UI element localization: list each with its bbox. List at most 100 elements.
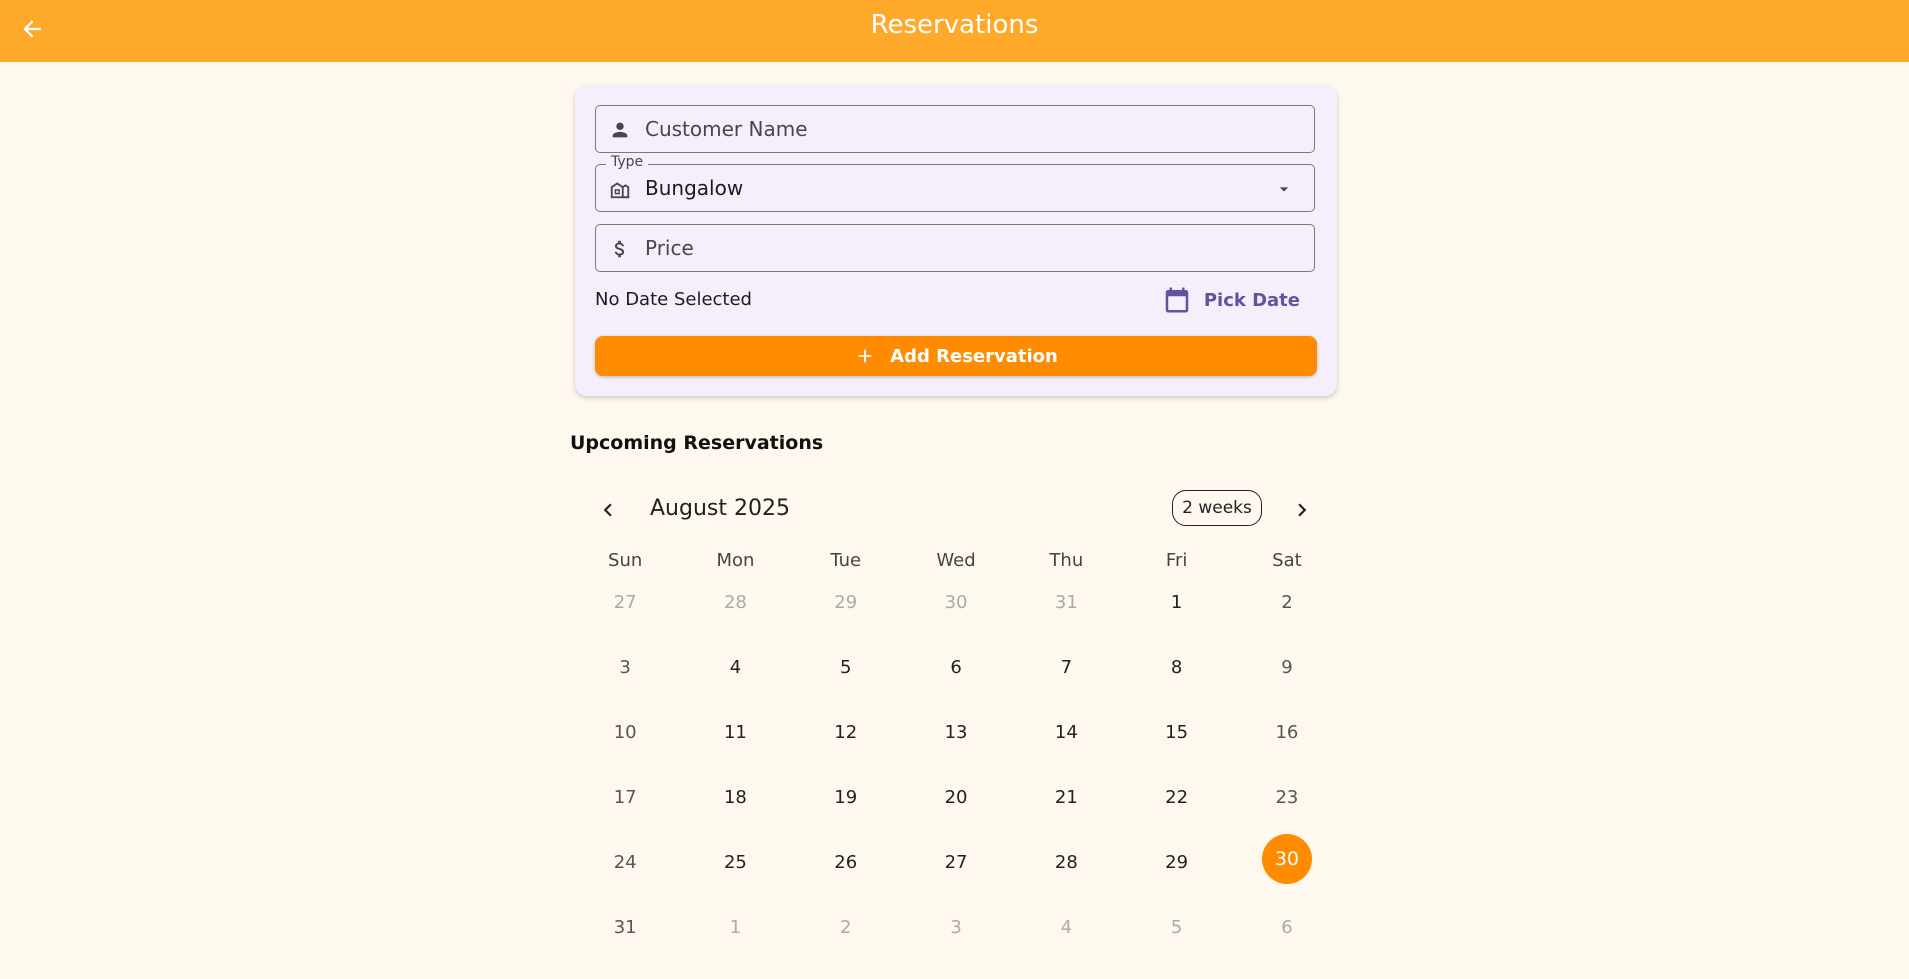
reservation-form-card: Type Bungalow No Date Selected Pick Date [575, 85, 1337, 396]
calendar-day[interactable]: 4 [680, 651, 790, 716]
calendar-day-number: 9 [1281, 657, 1293, 678]
calendar-day-number: 28 [1054, 852, 1078, 873]
pick-date-button[interactable]: Pick Date [1162, 282, 1300, 318]
customer-name-input[interactable] [645, 106, 1245, 152]
calendar-day[interactable]: 31 [570, 911, 680, 976]
calendar-day[interactable]: 6 [1232, 911, 1342, 976]
add-reservation-button[interactable]: Add Reservation [595, 336, 1317, 376]
weekday-header-row: Sun Mon Tue Wed Thu Fri Sat [570, 550, 1342, 578]
calendar-day[interactable]: 26 [791, 846, 901, 911]
calendar-header: August 2025 2 weeks [590, 490, 1320, 530]
calendar-day-number: 22 [1165, 787, 1189, 808]
calendar-day[interactable]: 18 [680, 781, 790, 846]
calendar-day[interactable]: 21 [1011, 781, 1121, 846]
calendar-day[interactable]: 24 [570, 846, 680, 911]
calendar-day[interactable]: 1 [680, 911, 790, 976]
calendar-icon [1165, 287, 1189, 313]
calendar-day[interactable]: 22 [1121, 781, 1231, 846]
calendar-day[interactable]: 6 [901, 651, 1011, 716]
calendar-day-number: 5 [1170, 917, 1183, 938]
calendar-day[interactable]: 8 [1121, 651, 1231, 716]
calendar-day-number: 4 [729, 657, 742, 678]
calendar-day[interactable]: 14 [1011, 716, 1121, 781]
calendar-day[interactable]: 3 [901, 911, 1011, 976]
calendar-day[interactable]: 31 [1011, 586, 1121, 651]
calendar-day-number: 30 [1261, 834, 1312, 884]
calendar-day-number: 12 [834, 722, 858, 743]
weekday-label: Sun [608, 550, 643, 571]
calendar-day[interactable]: 20 [901, 781, 1011, 846]
next-month-button[interactable] [1284, 492, 1320, 528]
price-input[interactable] [645, 225, 1245, 271]
calendar-day-number: 6 [1281, 917, 1293, 938]
calendar-day-number: 3 [619, 657, 631, 678]
calendar-day[interactable]: 1 [1121, 586, 1231, 651]
calendar-day-number: 19 [834, 787, 858, 808]
calendar-day[interactable]: 15 [1121, 716, 1231, 781]
calendar-day[interactable]: 2 [1232, 586, 1342, 651]
calendar-day-number: 14 [1054, 722, 1078, 743]
calendar-day[interactable]: 30 [901, 586, 1011, 651]
calendar-day-number: 16 [1275, 722, 1299, 743]
calendar-day-number: 29 [834, 592, 858, 613]
weekday-label: Wed [936, 550, 976, 571]
calendar-day[interactable]: 27 [901, 846, 1011, 911]
calendar-day-number: 29 [1165, 852, 1189, 873]
calendar-day-number: 24 [613, 852, 637, 873]
pick-date-label: Pick Date [1203, 289, 1300, 311]
calendar-day[interactable]: 19 [791, 781, 901, 846]
calendar-day-number: 30 [944, 592, 968, 613]
weekday-label: Sat [1272, 550, 1302, 571]
calendar-day-number: 2 [840, 917, 852, 938]
calendar-day-number: 6 [950, 657, 962, 678]
calendar-day-number: 8 [1170, 657, 1183, 678]
calendar-day[interactable]: 4 [1011, 911, 1121, 976]
format-toggle-button[interactable]: 2 weeks [1172, 490, 1262, 526]
calendar-day-number: 17 [613, 787, 637, 808]
calendar-day[interactable]: 16 [1232, 716, 1342, 781]
calendar-day[interactable]: 29 [791, 586, 901, 651]
calendar-day-number: 3 [950, 917, 962, 938]
calendar-day-number: 31 [613, 917, 637, 938]
calendar-day[interactable]: 12 [791, 716, 901, 781]
chevron-right-icon [1298, 503, 1307, 517]
calendar-day[interactable]: 2 [791, 911, 901, 976]
calendar-day[interactable]: 27 [570, 586, 680, 651]
app-bar: Reservations [0, 0, 1909, 62]
plus-icon [854, 345, 876, 367]
calendar-day[interactable]: 25 [680, 846, 790, 911]
calendar-day[interactable]: 13 [901, 716, 1011, 781]
calendar-day-number: 2 [1281, 592, 1293, 613]
calendar-day-number: 21 [1054, 787, 1078, 808]
weekday-label: Fri [1165, 550, 1188, 571]
calendar-day-number: 5 [840, 657, 852, 678]
calendar-day[interactable]: 28 [680, 586, 790, 651]
month-label: August 2025 [650, 496, 790, 521]
calendar-day-number: 20 [944, 787, 968, 808]
previous-month-button[interactable] [590, 492, 626, 528]
calendar-day[interactable]: 10 [570, 716, 680, 781]
calendar-day-selected[interactable]: 30 [1232, 834, 1342, 911]
calendar-day[interactable]: 9 [1232, 651, 1342, 716]
calendar-day-number: 27 [944, 852, 968, 873]
calendar-day-number: 26 [834, 852, 858, 873]
calendar-day[interactable]: 17 [570, 781, 680, 846]
calendar-day[interactable]: 3 [570, 651, 680, 716]
price-field[interactable] [595, 224, 1315, 272]
calendar-day[interactable]: 5 [1121, 911, 1231, 976]
type-dropdown[interactable]: Type Bungalow [595, 154, 1315, 212]
weekday-label: Mon [716, 550, 755, 571]
calendar-day[interactable]: 28 [1011, 846, 1121, 911]
calendar-day[interactable]: 7 [1011, 651, 1121, 716]
calendar-day-number: 15 [1165, 722, 1189, 743]
calendar-day[interactable]: 29 [1121, 846, 1231, 911]
calendar-day-number: 23 [1275, 787, 1299, 808]
person-icon [608, 118, 632, 142]
calendar-day[interactable]: 11 [680, 716, 790, 781]
customer-name-field[interactable] [595, 105, 1315, 153]
calendar-day[interactable]: 5 [791, 651, 901, 716]
upcoming-reservations-title: Upcoming Reservations [570, 432, 824, 454]
page-title: Reservations [870, 10, 1039, 40]
house-icon [608, 177, 632, 201]
calendar-day-number: 1 [1170, 592, 1183, 613]
